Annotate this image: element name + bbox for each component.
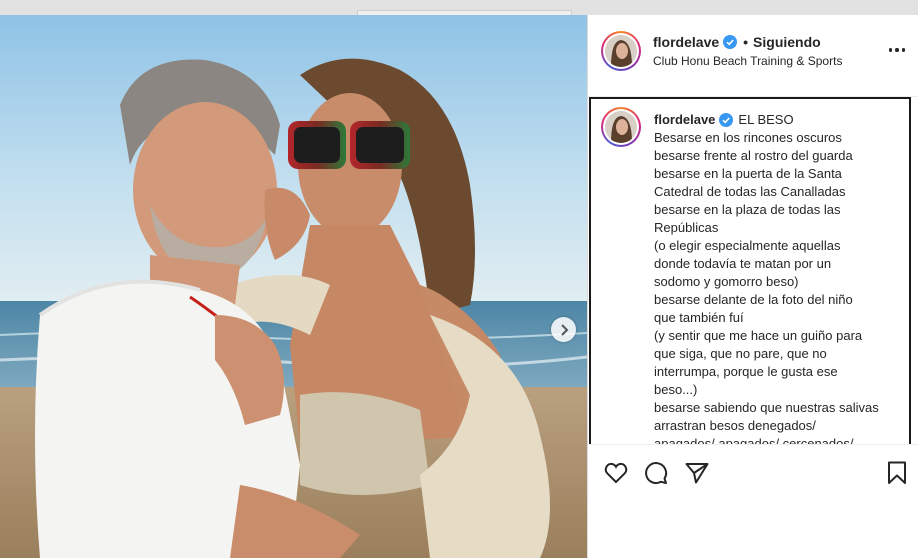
caption-line: Catedral de todas las Canalladas (654, 184, 846, 199)
caption-line: arrastran besos denegados/ (654, 418, 816, 433)
caption-line: sodomo y gomorro beso) (654, 274, 799, 289)
browser-top-strip (0, 0, 918, 15)
header-username-row: flordelave • Siguiendo (653, 34, 821, 50)
caption-line: que siga, que no pare, que no (654, 346, 827, 361)
caption-line: beso...) (654, 382, 698, 397)
caption-line: que también fuí (654, 310, 744, 325)
caption-container: flordelave EL BESO Besarse en los rincon… (589, 97, 911, 444)
caption-line: besarse en la plaza de todas las (654, 202, 841, 217)
avatar[interactable] (605, 35, 637, 67)
post-side-panel: flordelave • Siguiendo Club Honu Beach T… (587, 15, 918, 558)
paper-plane-icon (685, 463, 709, 484)
separator-dot: • (743, 34, 749, 50)
post-actions (588, 444, 918, 500)
caption-title: EL BESO (738, 112, 794, 127)
comment-button[interactable] (642, 459, 670, 487)
location-link[interactable]: Club Honu Beach Training & Sports (653, 54, 842, 68)
verified-badge-icon (723, 35, 738, 49)
caption-line: besarse en la puerta de la Santa (654, 166, 842, 181)
username-link[interactable]: flordelave (653, 34, 719, 50)
comment-icon (645, 462, 668, 485)
verified-badge-icon (719, 113, 734, 127)
more-options-icon[interactable] (885, 40, 909, 60)
caption-avatar[interactable] (605, 111, 637, 143)
post-header: flordelave • Siguiendo Club Honu Beach T… (588, 15, 918, 97)
caption-line: Repúblicas (654, 220, 719, 235)
caption-line: apagados/ apagados/ cercenados/ (654, 436, 854, 444)
chevron-right-icon (560, 323, 568, 336)
heart-icon (604, 462, 628, 484)
caption-text: flordelave EL BESO Besarse en los rincon… (654, 111, 906, 444)
caption-line: besarse delante de la foto del niño (654, 292, 853, 307)
bookmark-icon (888, 461, 906, 484)
share-button[interactable] (683, 459, 711, 487)
caption-line: besarse sabiendo que nuestras salivas (654, 400, 879, 415)
caption-line: donde todavía te matan por un (654, 256, 832, 271)
caption-line: (o elegir especialmente aquellas (654, 238, 841, 253)
next-photo-button[interactable] (551, 317, 576, 342)
caption-line: (y sentir que me hace un guiño para (654, 328, 863, 343)
caption-line: interrumpa, porque le gusta ese (654, 364, 838, 379)
like-button[interactable] (602, 459, 630, 487)
photo-illustration (0, 15, 587, 558)
caption-line: Besarse en los rincones oscuros (654, 130, 842, 145)
caption-line: besarse frente al rostro del guarda (654, 148, 853, 163)
caption-header: flordelave EL BESO (654, 111, 906, 129)
caption-username-link[interactable]: flordelave (654, 111, 715, 129)
save-button[interactable] (883, 459, 911, 487)
post-photo[interactable] (0, 15, 587, 558)
following-button[interactable]: Siguiendo (753, 34, 821, 50)
